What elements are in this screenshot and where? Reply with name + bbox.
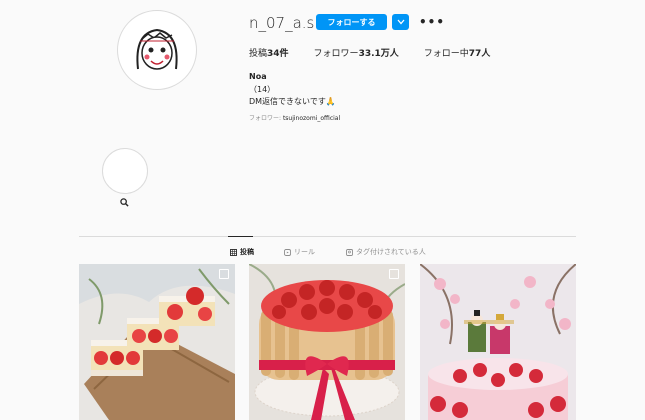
tab-posts[interactable]: 投稿 xyxy=(230,247,254,257)
username: n_07_a.s xyxy=(249,14,315,32)
profile-avatar[interactable] xyxy=(117,10,197,90)
followed-by[interactable]: フォロワー: tsujinozomi_official xyxy=(249,113,340,122)
post-thumbnail[interactable] xyxy=(249,264,405,420)
profile-name: Noa xyxy=(249,72,267,81)
followers-value: 33.1万人 xyxy=(358,49,399,59)
post-image-hina-cake xyxy=(420,264,576,420)
multi-photo-icon xyxy=(389,269,399,279)
posts-count: 投稿34件 xyxy=(249,46,289,59)
tab-posts-label: 投稿 xyxy=(240,248,254,256)
post-thumbnail[interactable] xyxy=(79,264,235,420)
more-horizontal-icon[interactable]: ••• xyxy=(419,15,445,29)
chevron-down-icon xyxy=(397,19,404,25)
grid-icon xyxy=(230,248,237,256)
search-icon xyxy=(120,198,129,210)
followers-count[interactable]: フォロワー33.1万人 xyxy=(314,46,399,59)
following-value: 77人 xyxy=(468,49,491,59)
posts-value: 34件 xyxy=(267,49,289,59)
following-count[interactable]: フォロー中77人 xyxy=(424,46,491,59)
tabs-divider xyxy=(79,236,576,237)
profile-stats: 投稿34件 フォロワー33.1万人 フォロー中77人 xyxy=(249,46,490,59)
avatar-drawing xyxy=(136,28,178,70)
tab-tagged[interactable]: タグ付けされている人 xyxy=(346,247,426,257)
posts-label: 投稿 xyxy=(249,49,268,59)
story-highlight[interactable] xyxy=(102,148,148,194)
bio-line: DM返信できないです🙏 xyxy=(249,97,336,106)
tab-tagged-label: タグ付けされている人 xyxy=(356,248,426,256)
active-tab-indicator xyxy=(228,236,253,237)
multi-photo-icon xyxy=(219,269,229,279)
tag-user-icon xyxy=(346,248,353,256)
followed-by-label: フォロワー: xyxy=(249,115,283,122)
reels-icon xyxy=(284,248,291,256)
post-thumbnail[interactable] xyxy=(420,264,576,420)
tab-reels-label: リール xyxy=(294,248,315,256)
bio-line: （14） xyxy=(249,85,276,94)
post-image-strawberry-sandwich xyxy=(79,264,235,420)
post-image-strawberry-cake xyxy=(249,264,405,420)
following-label: フォロー中 xyxy=(423,49,469,59)
suggested-dropdown-button[interactable] xyxy=(392,14,409,30)
followed-by-user: tsujinozomi_official xyxy=(282,115,341,122)
tab-reels[interactable]: リール xyxy=(284,247,315,257)
followers-label: フォロワー xyxy=(313,49,359,59)
follow-button[interactable]: フォローする xyxy=(316,14,387,30)
